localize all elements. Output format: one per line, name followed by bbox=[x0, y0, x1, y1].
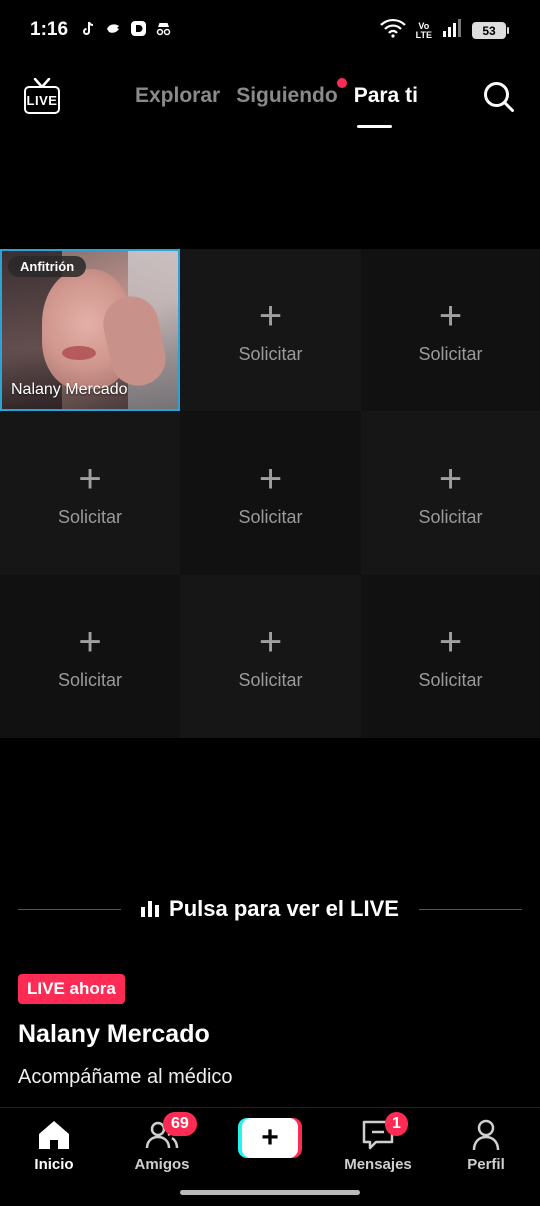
friends-count-badge: 69 bbox=[163, 1112, 197, 1136]
nav-friends[interactable]: Amigos 69 bbox=[117, 1112, 207, 1173]
top-nav: LIVE Explorar Siguiendo Para ti bbox=[0, 70, 540, 130]
request-slot[interactable]: + Solicitar bbox=[180, 249, 361, 411]
app-notification-icon bbox=[130, 20, 147, 37]
live-bars-icon bbox=[141, 901, 160, 917]
nav-messages[interactable]: Mensajes 1 bbox=[333, 1112, 423, 1173]
request-slot-label: Solicitar bbox=[418, 670, 483, 690]
tab-siguiendo[interactable]: Siguiendo bbox=[236, 78, 347, 108]
plus-icon: + bbox=[258, 620, 283, 664]
request-slot-label: Solicitar bbox=[238, 506, 303, 527]
live-tv-icon[interactable]: LIVE bbox=[24, 78, 60, 116]
battery-icon: 53 bbox=[472, 22, 509, 39]
incognito-notification-icon bbox=[155, 20, 172, 37]
new-content-dot bbox=[336, 78, 347, 88]
request-slot[interactable]: + Solicitar bbox=[0, 411, 180, 575]
messages-count-badge: 1 bbox=[385, 1112, 408, 1136]
request-slot-label: Solicitar bbox=[57, 506, 123, 527]
watch-live-prompt[interactable]: Pulsa para ver el LIVE bbox=[18, 893, 522, 925]
nav-profile[interactable]: Perfil bbox=[441, 1118, 531, 1173]
wifi-icon bbox=[379, 18, 406, 43]
search-button[interactable] bbox=[482, 80, 516, 114]
host-badge: Anfitrión bbox=[8, 256, 87, 277]
signal-icon bbox=[442, 19, 462, 42]
nav-messages-label: Mensajes bbox=[344, 1156, 412, 1173]
request-slot[interactable]: + Solicitar bbox=[180, 575, 361, 738]
request-slot-label: Solicitar bbox=[238, 343, 303, 364]
plus-icon: + bbox=[258, 293, 283, 338]
guest-grid: Anfitrión Nalany Mercado + Solicitar + Sol… bbox=[0, 249, 540, 738]
watch-live-text: Pulsa para ver el LIVE bbox=[169, 896, 399, 921]
streamer-name[interactable]: Nalany Mercado bbox=[18, 1020, 210, 1049]
request-slot[interactable]: + Solicitar bbox=[361, 411, 540, 575]
tab-explorar[interactable]: Explorar bbox=[135, 84, 220, 108]
request-slot-label: Solicitar bbox=[418, 506, 483, 527]
tab-siguiendo-label: Siguiendo bbox=[236, 84, 338, 107]
status-bar: 1:16 Vo LTE 53 bbox=[0, 0, 540, 62]
status-time: 1:16 bbox=[30, 19, 69, 40]
request-slot-label: Solicitar bbox=[418, 343, 483, 364]
request-slot[interactable]: + Solicitar bbox=[180, 411, 361, 575]
request-slot-label: Solicitar bbox=[57, 670, 123, 690]
plus-icon: + bbox=[258, 456, 283, 501]
request-slot-label: Solicitar bbox=[238, 670, 303, 690]
volte-indicator: Vo LTE bbox=[415, 20, 432, 40]
tab-para-ti[interactable]: Para ti bbox=[354, 84, 418, 108]
host-name: Nalany Mercado bbox=[11, 381, 128, 398]
divider-left bbox=[18, 908, 122, 910]
nav-home-label: Inicio bbox=[34, 1156, 74, 1173]
plus-icon: + bbox=[438, 620, 463, 664]
feed-tabs: Explorar Siguiendo Para ti bbox=[135, 78, 418, 108]
home-icon bbox=[39, 1121, 69, 1149]
system-status: Vo LTE 53 bbox=[379, 18, 509, 43]
profile-icon bbox=[472, 1119, 500, 1151]
search-icon bbox=[484, 82, 514, 112]
request-slot[interactable]: + Solicitar bbox=[361, 249, 540, 411]
request-slot[interactable]: + Solicitar bbox=[0, 575, 180, 738]
host-video-lips bbox=[62, 346, 96, 360]
home-indicator[interactable] bbox=[180, 1190, 360, 1195]
create-button[interactable]: + bbox=[238, 1118, 302, 1158]
stream-description: Acompáñame al médico bbox=[18, 1066, 233, 1088]
active-tab-indicator bbox=[357, 125, 392, 128]
nav-friends-label: Amigos bbox=[134, 1156, 190, 1173]
plus-icon: + bbox=[78, 456, 102, 501]
divider-right bbox=[418, 908, 522, 910]
notification-icons bbox=[80, 20, 172, 37]
request-slot[interactable]: + Solicitar bbox=[361, 575, 540, 738]
watch-live-label-group: Pulsa para ver el LIVE bbox=[121, 896, 419, 922]
plus-icon: + bbox=[242, 1118, 298, 1158]
plus-icon: + bbox=[438, 293, 463, 338]
nav-home[interactable]: Inicio bbox=[9, 1118, 99, 1173]
plus-icon: + bbox=[438, 456, 463, 501]
tiktok-notification-icon bbox=[80, 20, 97, 37]
bird-notification-icon bbox=[105, 20, 122, 37]
plus-icon: + bbox=[78, 620, 102, 664]
nav-profile-label: Perfil bbox=[467, 1156, 505, 1173]
live-now-badge: LIVE ahora bbox=[18, 974, 125, 1004]
host-tile[interactable]: Anfitrión Nalany Mercado bbox=[0, 249, 180, 411]
